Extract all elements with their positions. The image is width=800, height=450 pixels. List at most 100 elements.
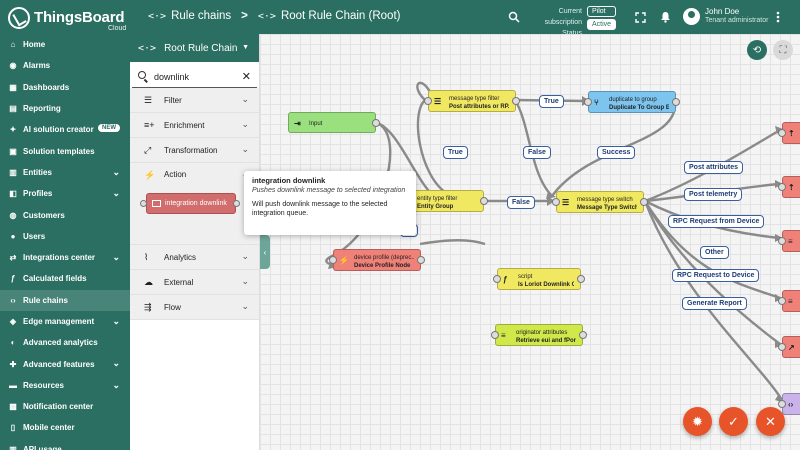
node-output-port[interactable] <box>672 98 680 106</box>
sidebar-item-reporting[interactable]: ▤ Reporting <box>0 98 130 119</box>
flow-icon: ⇶ <box>144 301 152 312</box>
node-output-port[interactable] <box>640 198 648 206</box>
node-rule-chain[interactable]: ‹› <box>778 393 800 415</box>
node-device-profile[interactable]: ⚡ device profile (deprec... Device Profi… <box>329 249 425 271</box>
breadcrumb-rule-chains[interactable]: <·> Rule chains <box>148 10 231 22</box>
input-icon: ⇥ <box>294 119 301 128</box>
breadcrumb-label: Root Rule Chain (Root) <box>280 10 401 22</box>
category-filter[interactable]: ☰ Filter ⌄ <box>130 88 259 113</box>
collapse-library-button[interactable]: ‹ <box>260 235 270 269</box>
sidebar-item-users[interactable]: ● Users <box>0 226 130 247</box>
chevron-down-icon: ⌄ <box>112 358 120 369</box>
edge-label-post-telemetry[interactable]: Post telemetry <box>684 188 743 201</box>
edge-label-rpc-to-device[interactable]: RPC Request to Device <box>672 269 760 282</box>
edge-label-rpc-from-device[interactable]: RPC Request from Device <box>668 215 765 228</box>
chevron-down-icon: ⌄ <box>112 188 120 199</box>
node-input-port[interactable] <box>329 256 337 264</box>
sidebar-item-mobile-center[interactable]: ▯ Mobile center <box>0 417 130 438</box>
node-input-port[interactable] <box>493 275 501 283</box>
sidebar-item-advanced-features[interactable]: ✚ Advanced features ⌄ <box>0 353 130 374</box>
sidebar-item-calculated-fields[interactable]: ƒ Calculated fields <box>0 268 130 289</box>
sidebar-item-home[interactable]: ⌂ Home <box>0 34 130 55</box>
sidebar-item-api-usage[interactable]: ▥ API usage <box>0 439 130 450</box>
node-originator-attributes[interactable]: ≡ originator attributes Retrieve eui and… <box>491 324 587 346</box>
node-input-port[interactable] <box>778 400 786 408</box>
node-message-type-filter[interactable]: ☰ message type filter Post attributes or… <box>424 90 520 112</box>
decline-changes-button[interactable]: ✕ <box>756 407 785 436</box>
category-analytics[interactable]: ⌇ Analytics ⌄ <box>130 245 259 270</box>
edge-label-true[interactable]: True <box>539 95 564 108</box>
sidebar-item-edge-management[interactable]: ◈ Edge management ⌄ <box>0 311 130 332</box>
node-save-timeseries[interactable]: ⇡ <box>778 176 800 198</box>
category-external[interactable]: ☁ External ⌄ <box>130 270 259 295</box>
sidebar-item-solution-templates[interactable]: ▣ Solution templates <box>0 140 130 161</box>
sidebar-item-entities[interactable]: ▥ Entities ⌄ <box>0 162 130 183</box>
sidebar-item-customers[interactable]: ◍ Customers <box>0 204 130 225</box>
rule-chain-canvas[interactable]: ⇥ Input ☰ message type filter Post attri… <box>260 34 800 450</box>
category-enrichment[interactable]: ≡+ Enrichment ⌄ <box>130 113 259 138</box>
fullscreen-icon[interactable] <box>631 8 649 26</box>
node-search-input[interactable]: downlink ✕ <box>132 66 257 88</box>
clear-search-icon[interactable]: ✕ <box>242 70 251 83</box>
node-output-port[interactable] <box>417 256 425 264</box>
user-name[interactable]: John Doe <box>705 7 739 17</box>
sidebar-item-alarms[interactable]: ◉ Alarms <box>0 55 130 76</box>
node-script[interactable]: ƒ script Is Loriot Downlink Co... <box>493 268 585 290</box>
sidebar-item-label: Mobile center <box>23 423 75 433</box>
edge-label-success[interactable]: Success <box>597 146 636 159</box>
node-rpc-call-request[interactable]: ↗ <box>778 336 800 358</box>
node-message-type-switch[interactable]: ☰ message type switch Message Type Switc… <box>552 191 648 213</box>
node-input-port[interactable] <box>584 98 592 106</box>
node-name: Message Type Switch <box>577 205 637 211</box>
edge-label-post-attributes[interactable]: Post attributes <box>684 161 744 174</box>
logo[interactable]: ThingsBoard Cloud <box>8 4 130 32</box>
node-input-port[interactable] <box>491 331 499 339</box>
node-output-port[interactable] <box>512 97 520 105</box>
apply-changes-button[interactable]: ✓ <box>719 407 748 436</box>
sidebar-item-resources[interactable]: ▬ Resources ⌄ <box>0 375 130 396</box>
category-label: External <box>164 277 194 287</box>
sidebar-item-advanced-analytics[interactable]: ◐ Advanced analytics <box>0 332 130 353</box>
more-vert-icon[interactable] <box>769 8 787 26</box>
avatar[interactable] <box>683 8 700 25</box>
node-duplicate-to-group[interactable]: ⑂ duplicate to group Duplicate To Group … <box>584 91 680 113</box>
sidebar-item-integrations-center[interactable]: ⇄ Integrations center ⌄ <box>0 247 130 268</box>
fullscreen-icon[interactable]: ⛶ <box>773 40 793 60</box>
node-input-port[interactable] <box>424 97 432 105</box>
sidebar-item-ai-solution-creator[interactable]: ✦ AI solution creator NEW <box>0 119 130 140</box>
features-icon: ✚ <box>9 359 17 369</box>
edge-label-other[interactable]: Other <box>700 246 729 259</box>
node-input-port[interactable] <box>778 237 786 245</box>
sidebar-item-profiles[interactable]: ◧ Profiles ⌄ <box>0 183 130 204</box>
node-input-port[interactable] <box>552 198 560 206</box>
sidebar-item-label: Users <box>23 231 46 241</box>
debug-button[interactable]: ✹ <box>683 407 712 436</box>
node-input-port[interactable] <box>778 343 786 351</box>
node-type: originator attributes <box>516 330 568 336</box>
node-output-port[interactable] <box>577 275 585 283</box>
category-transformation[interactable]: ⤢ Transformation ⌄ <box>130 138 259 163</box>
node-save-attributes[interactable]: ⇡ <box>778 122 800 144</box>
edge-label-generate-report[interactable]: Generate Report <box>682 297 747 310</box>
notifications-icon[interactable] <box>656 8 674 26</box>
sidebar-item-dashboards[interactable]: ▦ Dashboards <box>0 77 130 98</box>
sidebar-item-rule-chains[interactable]: ‹› Rule chains <box>0 289 130 311</box>
category-flow[interactable]: ⇶ Flow ⌄ <box>130 295 259 320</box>
rule-chain-selector[interactable]: <·> Root Rule Chain ▼ <box>130 34 259 62</box>
node-output-port[interactable] <box>372 118 380 127</box>
sidebar-item-notification-center[interactable]: ▩ Notification center <box>0 396 130 417</box>
node-log-rpc-from-device[interactable]: ≡ <box>778 230 800 252</box>
node-input[interactable]: ⇥ Input <box>288 112 380 133</box>
edge-label-false[interactable]: False <box>523 146 551 159</box>
edge-label-true[interactable]: True <box>443 146 468 159</box>
node-input-port[interactable] <box>778 183 786 191</box>
node-output-port[interactable] <box>480 197 488 205</box>
node-input-port[interactable] <box>778 129 786 137</box>
library-node-integration-downlink[interactable]: integration downlink <box>146 193 236 214</box>
subscription-label: Current subscription <box>544 8 582 26</box>
node-input-port[interactable] <box>778 297 786 305</box>
node-log-other[interactable]: ≡ <box>778 290 800 312</box>
edge-label-false[interactable]: False <box>507 196 535 209</box>
history-icon[interactable]: ⟲ <box>747 40 767 60</box>
node-output-port[interactable] <box>579 331 587 339</box>
